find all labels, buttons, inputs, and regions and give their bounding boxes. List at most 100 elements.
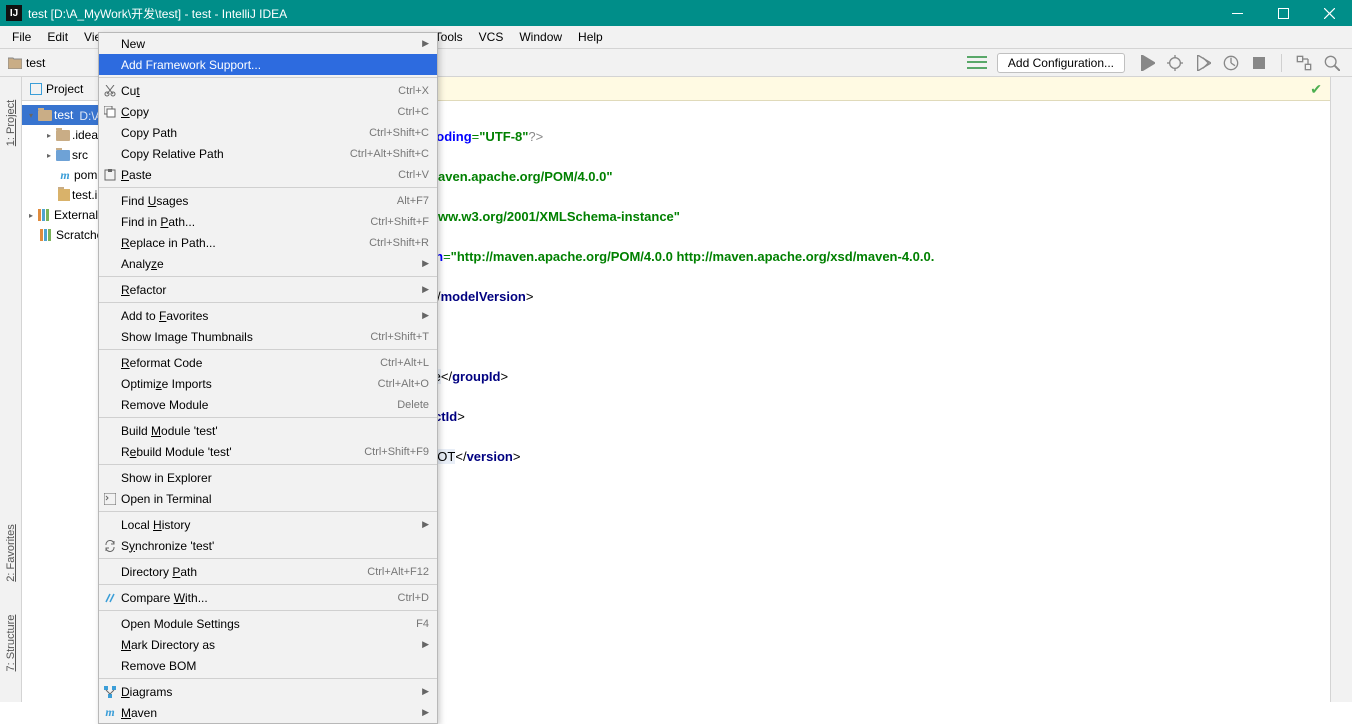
folder-icon [56, 150, 70, 161]
menu-window[interactable]: Window [511, 27, 570, 47]
menu-item-open-module-settings[interactable]: Open Module SettingsF4 [99, 613, 437, 634]
build-icon[interactable] [967, 55, 987, 71]
libraries-icon [38, 209, 52, 221]
menu-item-label: Copy Path [121, 126, 369, 140]
submenu-arrow-icon: ▶ [422, 284, 429, 295]
menu-item-show-in-explorer[interactable]: Show in Explorer [99, 467, 437, 488]
menu-shortcut: Ctrl+Shift+F9 [364, 446, 429, 458]
menu-separator [99, 610, 437, 611]
menu-separator [99, 584, 437, 585]
folder-icon [56, 130, 70, 141]
menu-item-label: Reformat Code [121, 356, 380, 370]
menu-item-build-module-test[interactable]: Build Module 'test' [99, 420, 437, 441]
search-icon[interactable] [1324, 55, 1340, 71]
menu-edit[interactable]: Edit [39, 27, 76, 47]
menu-item-show-image-thumbnails[interactable]: Show Image ThumbnailsCtrl+Shift+T [99, 326, 437, 347]
menu-item-add-to-favorites[interactable]: Add to Favorites▶ [99, 305, 437, 326]
menu-item-label: Open in Terminal [121, 492, 429, 506]
menu-item-local-history[interactable]: Local History▶ [99, 514, 437, 535]
menu-item-label: Optimize Imports [121, 377, 378, 391]
menu-item-label: Local History [121, 518, 429, 532]
editor-area[interactable]: ✔ xml version="1.0" encoding="UTF-8"?> r… [292, 77, 1330, 702]
stop-icon[interactable] [1251, 55, 1267, 71]
menu-item-copy[interactable]: CopyCtrl+C [99, 101, 437, 122]
menu-item-label: Copy Relative Path [121, 147, 350, 161]
sync-icon [103, 539, 117, 553]
debug-icon[interactable] [1167, 55, 1183, 71]
menu-shortcut: Ctrl+X [398, 85, 429, 97]
menu-item-synchronize-test[interactable]: Synchronize 'test' [99, 535, 437, 556]
diag-icon [103, 685, 117, 699]
menu-item-open-in-terminal[interactable]: Open in Terminal [99, 488, 437, 509]
menu-item-label: Add to Favorites [121, 309, 429, 323]
menu-separator [99, 678, 437, 679]
module-icon [58, 189, 70, 201]
menu-item-remove-bom[interactable]: Remove BOM [99, 655, 437, 676]
submenu-arrow-icon: ▶ [422, 639, 429, 650]
menu-item-copy-relative-path[interactable]: Copy Relative PathCtrl+Alt+Shift+C [99, 143, 437, 164]
menu-item-label: Replace in Path... [121, 236, 369, 250]
coverage-icon[interactable] [1195, 55, 1211, 71]
menu-item-rebuild-module-test[interactable]: Rebuild Module 'test'Ctrl+Shift+F9 [99, 441, 437, 462]
submenu-arrow-icon: ▶ [422, 686, 429, 697]
menu-shortcut: Ctrl+Alt+O [378, 378, 429, 390]
project-structure-icon[interactable] [1296, 55, 1312, 71]
menu-item-find-in-path[interactable]: Find in Path...Ctrl+Shift+F [99, 211, 437, 232]
menu-shortcut: Alt+F7 [397, 195, 429, 207]
submenu-arrow-icon: ▶ [422, 310, 429, 321]
menu-item-copy-path[interactable]: Copy PathCtrl+Shift+C [99, 122, 437, 143]
add-configuration-button[interactable]: Add Configuration... [997, 53, 1125, 73]
menu-item-add-framework-support[interactable]: Add Framework Support... [99, 54, 437, 75]
menu-item-mark-directory-as[interactable]: Mark Directory as▶ [99, 634, 437, 655]
close-button[interactable] [1306, 0, 1352, 26]
menu-item-diagrams[interactable]: Diagrams▶ [99, 681, 437, 702]
menu-separator [99, 302, 437, 303]
tool-favorites[interactable]: 2: Favorites [5, 523, 17, 583]
menu-file[interactable]: File [4, 27, 39, 47]
menu-item-replace-in-path[interactable]: Replace in Path...Ctrl+Shift+R [99, 232, 437, 253]
tool-structure[interactable]: 7: Structure [5, 613, 17, 673]
run-icon[interactable] [1139, 55, 1155, 71]
folder-icon [8, 57, 22, 69]
menu-item-label: Add Framework Support... [121, 58, 429, 72]
breadcrumb-test[interactable]: test [26, 56, 45, 70]
menu-shortcut: Ctrl+Shift+R [369, 237, 429, 249]
menu-item-new[interactable]: New▶ [99, 33, 437, 54]
menu-item-label: Rebuild Module 'test' [121, 445, 364, 459]
right-tool-strip [1330, 77, 1352, 702]
menu-item-reformat-code[interactable]: Reformat CodeCtrl+Alt+L [99, 352, 437, 373]
paste-icon [103, 168, 117, 182]
submenu-arrow-icon: ▶ [422, 519, 429, 530]
menu-item-remove-module[interactable]: Remove ModuleDelete [99, 394, 437, 415]
submenu-arrow-icon: ▶ [422, 707, 429, 718]
menu-item-refactor[interactable]: Refactor▶ [99, 279, 437, 300]
menu-item-cut[interactable]: CutCtrl+X [99, 80, 437, 101]
app-logo-icon: IJ [6, 5, 22, 21]
menu-item-maven[interactable]: mMaven▶ [99, 702, 437, 723]
menu-item-find-usages[interactable]: Find UsagesAlt+F7 [99, 190, 437, 211]
menu-item-label: Refactor [121, 283, 429, 297]
menu-item-paste[interactable]: PasteCtrl+V [99, 164, 437, 185]
menu-item-optimize-imports[interactable]: Optimize ImportsCtrl+Alt+O [99, 373, 437, 394]
menu-item-label: Build Module 'test' [121, 424, 429, 438]
menu-shortcut: Ctrl+C [398, 106, 429, 118]
project-view-icon [30, 83, 42, 95]
term-icon [103, 492, 117, 506]
menu-item-analyze[interactable]: Analyze▶ [99, 253, 437, 274]
tool-project[interactable]: 1: Project [5, 98, 17, 148]
project-panel-title: Project [46, 82, 83, 96]
menu-vcs[interactable]: VCS [471, 27, 512, 47]
code-content[interactable]: xml version="1.0" encoding="UTF-8"?> roj… [292, 101, 1330, 627]
minimize-button[interactable] [1214, 0, 1260, 26]
menu-item-directory-path[interactable]: Directory PathCtrl+Alt+F12 [99, 561, 437, 582]
maximize-button[interactable] [1260, 0, 1306, 26]
menu-help[interactable]: Help [570, 27, 611, 47]
menu-item-label: Synchronize 'test' [121, 539, 429, 553]
menu-separator [99, 187, 437, 188]
menu-item-label: New [121, 37, 429, 51]
profile-icon[interactable] [1223, 55, 1239, 71]
menu-item-compare-with[interactable]: Compare With...Ctrl+D [99, 587, 437, 608]
menu-item-label: Open Module Settings [121, 617, 416, 631]
editor-banner: ✔ [292, 77, 1330, 101]
menu-item-label: Show in Explorer [121, 471, 429, 485]
